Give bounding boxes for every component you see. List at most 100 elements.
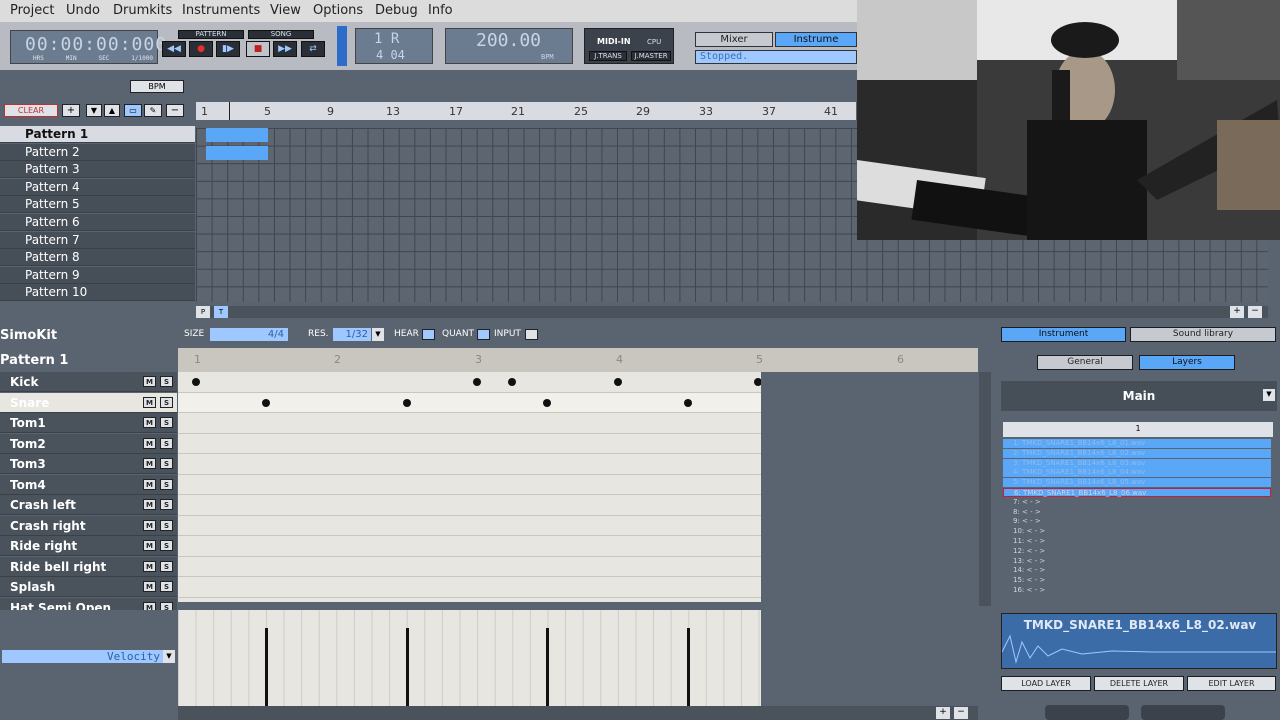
clear-button[interactable]: CLEAR bbox=[4, 104, 58, 117]
layer-row[interactable]: 7: < - > bbox=[1003, 498, 1271, 507]
pattern-vertical-scrollbar[interactable] bbox=[979, 372, 991, 606]
mode-pattern-button[interactable]: PATTERN bbox=[178, 30, 244, 39]
mute-button[interactable]: M bbox=[143, 581, 156, 592]
note[interactable] bbox=[473, 378, 481, 386]
solo-button[interactable]: S bbox=[160, 437, 173, 449]
layer-row[interactable]: 12: < - > bbox=[1003, 547, 1271, 556]
layer-row[interactable]: 4: TMKD_SNARE1_BB14x6_L8_04.wav bbox=[1003, 468, 1271, 478]
resolution-select[interactable]: 1/32 bbox=[333, 328, 371, 341]
solo-button[interactable]: S bbox=[160, 581, 173, 592]
instrument-row[interactable]: Ride bell right M S bbox=[0, 556, 177, 577]
solo-button[interactable]: S bbox=[160, 376, 173, 387]
solo-button[interactable]: S bbox=[160, 601, 173, 610]
layer-row[interactable]: 14: < - > bbox=[1003, 566, 1271, 575]
instrument-row[interactable]: Splash M S bbox=[0, 577, 177, 597]
rewind-button[interactable]: ◀◀ bbox=[162, 41, 186, 57]
grid-row[interactable] bbox=[178, 577, 761, 598]
layer-row[interactable]: 2: TMKD_SNARE1_BB14x6_L8_02.wav bbox=[1003, 448, 1271, 458]
zoom-in-button[interactable]: + bbox=[1230, 306, 1244, 318]
grid-row[interactable] bbox=[178, 413, 761, 434]
loop-button[interactable]: ⇄ bbox=[301, 41, 325, 57]
delete-pattern-button[interactable]: − bbox=[166, 104, 184, 117]
stop-button[interactable]: ■ bbox=[246, 41, 270, 57]
mute-button[interactable]: M bbox=[143, 601, 156, 610]
mute-button[interactable]: M bbox=[143, 417, 156, 428]
component-dropdown[interactable]: ▼ bbox=[1263, 389, 1275, 401]
layer-row[interactable]: 6: TMKD_SNARE1_BB14x6_L8_06.wav bbox=[1003, 488, 1271, 497]
layer-row[interactable]: 10: < - > bbox=[1003, 527, 1271, 536]
menu-undo[interactable]: Undo bbox=[66, 3, 100, 18]
drum-pattern-grid[interactable] bbox=[178, 372, 798, 618]
pattern-row[interactable]: Pattern 7 bbox=[0, 231, 195, 249]
grid-row[interactable] bbox=[178, 372, 761, 393]
layer-pitch-knob[interactable] bbox=[1141, 705, 1225, 720]
layer-gain-knob[interactable] bbox=[1045, 705, 1129, 720]
mixer-button[interactable]: Mixer bbox=[695, 32, 773, 47]
j-trans-button[interactable]: J.TRANS bbox=[589, 51, 627, 61]
instrument-row[interactable]: Ride right M S bbox=[0, 536, 177, 556]
note[interactable] bbox=[543, 398, 552, 407]
pattern-row[interactable]: Pattern 2 bbox=[0, 143, 195, 161]
pattern-zoom-out-button[interactable]: − bbox=[954, 707, 968, 719]
solo-button[interactable]: S bbox=[160, 417, 173, 428]
song-ruler[interactable]: 1 5 9 13 17 21 25 29 33 37 41 bbox=[196, 102, 856, 120]
pattern-row[interactable]: Pattern 8 bbox=[0, 249, 195, 267]
mute-button[interactable]: M bbox=[143, 458, 156, 469]
grid-row[interactable] bbox=[178, 454, 761, 475]
mute-button[interactable]: M bbox=[143, 519, 156, 531]
tab-sound-library[interactable]: Sound library bbox=[1130, 327, 1276, 342]
instrument-row[interactable]: Crash left M S bbox=[0, 495, 177, 515]
edit-layer-button[interactable]: EDIT LAYER bbox=[1187, 676, 1276, 691]
velocity-bar[interactable] bbox=[405, 628, 409, 706]
layer-row[interactable]: 9: < - > bbox=[1003, 517, 1271, 526]
layer-row[interactable]: 3: TMKD_SNARE1_BB14x6_L8_03.wav bbox=[1003, 458, 1271, 468]
layer-list[interactable]: 1: TMKD_SNARE1_BB14x6_L8_01.wav 2: TMKD_S… bbox=[997, 439, 1280, 599]
move-up-button[interactable]: ▲ bbox=[104, 104, 120, 117]
mute-button[interactable]: M bbox=[143, 437, 156, 449]
grid-row[interactable] bbox=[178, 495, 761, 516]
solo-button[interactable]: S bbox=[160, 458, 173, 469]
tab-general[interactable]: General bbox=[1037, 355, 1133, 370]
solo-button[interactable]: S bbox=[160, 560, 173, 572]
pattern-row[interactable]: Pattern 6 bbox=[0, 214, 195, 231]
pattern-row[interactable]: Pattern 4 bbox=[0, 178, 195, 196]
instrument-row[interactable]: Kick M S bbox=[0, 372, 177, 392]
layer-row[interactable]: 13: < - > bbox=[1003, 557, 1271, 566]
tab-layers[interactable]: Layers bbox=[1139, 355, 1235, 370]
instrument-row[interactable]: Hat Semi Open M S bbox=[0, 597, 177, 610]
instrument-row[interactable]: Snare M S bbox=[0, 392, 177, 413]
tab-t-button[interactable]: T bbox=[214, 306, 228, 318]
menu-drumkits[interactable]: Drumkits bbox=[113, 3, 172, 18]
layer-row[interactable]: 1: TMKD_SNARE1_BB14x6_L8_01.wav bbox=[1003, 439, 1271, 448]
layer-row[interactable]: 5: TMKD_SNARE1_BB14x6_L8_05.wav bbox=[1003, 478, 1271, 488]
solo-button[interactable]: S bbox=[160, 540, 173, 551]
pattern-row[interactable]: Pattern 5 bbox=[0, 196, 195, 214]
playhead[interactable] bbox=[229, 102, 230, 120]
song-cell-active[interactable] bbox=[206, 128, 268, 142]
menu-instruments[interactable]: Instruments bbox=[182, 3, 260, 18]
instrument-rack-button[interactable]: Instrume bbox=[775, 32, 857, 47]
pattern-row[interactable]: Pattern 1 bbox=[0, 126, 195, 143]
grid-row[interactable] bbox=[178, 516, 761, 536]
layer-row[interactable]: 15: < - > bbox=[1003, 576, 1271, 585]
menu-debug[interactable]: Debug bbox=[375, 3, 418, 18]
delete-layer-button[interactable]: DELETE LAYER bbox=[1094, 676, 1184, 691]
pattern-horizontal-scrollbar[interactable]: + − bbox=[178, 706, 978, 720]
pattern-row[interactable]: Pattern 10 bbox=[0, 284, 195, 302]
song-cell-active[interactable] bbox=[206, 145, 268, 160]
pattern-ruler[interactable]: 1 2 3 4 5 6 bbox=[178, 348, 978, 372]
song-scrollbar[interactable]: P T + − bbox=[196, 306, 1268, 318]
play-button[interactable]: ▮▶ bbox=[216, 41, 240, 57]
mute-button[interactable]: M bbox=[143, 396, 156, 408]
hear-toggle[interactable] bbox=[422, 329, 435, 340]
size-field[interactable]: 4/4 bbox=[210, 328, 288, 341]
load-layer-button[interactable]: LOAD LAYER bbox=[1001, 676, 1091, 691]
property-dropdown[interactable]: ▼ bbox=[163, 650, 175, 663]
pattern-zoom-in-button[interactable]: + bbox=[936, 707, 950, 719]
grid-row[interactable] bbox=[178, 475, 761, 495]
menu-project[interactable]: Project bbox=[10, 3, 54, 18]
layer-row[interactable]: 8: < - > bbox=[1003, 508, 1271, 517]
note[interactable] bbox=[262, 398, 271, 407]
mode-song-button[interactable]: SONG bbox=[248, 30, 314, 39]
draw-tool-button[interactable]: ✎ bbox=[144, 104, 162, 117]
